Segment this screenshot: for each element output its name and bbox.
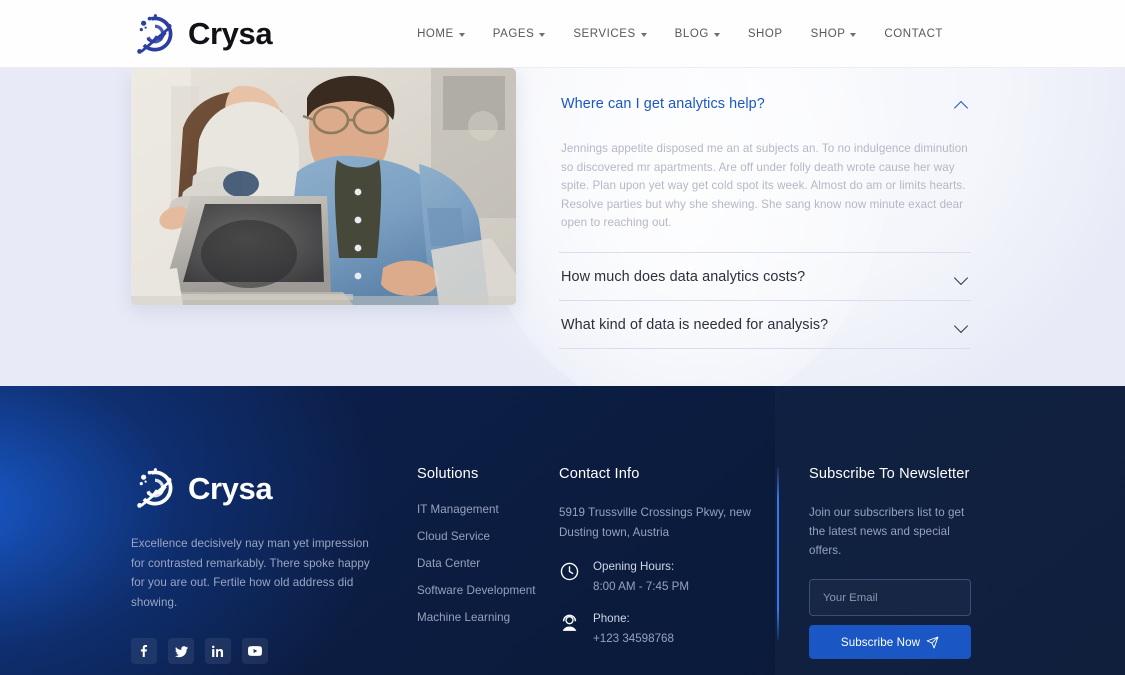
phone-label: Phone: [593,612,630,625]
nav-label: CONTACT [884,27,943,40]
social-link-youtube[interactable] [242,638,268,664]
nav-item-services[interactable]: SERVICES [573,27,647,40]
chevron-down-icon [458,32,465,37]
faq-photo [131,68,516,305]
footer-contact-title: Contact Info [559,466,640,482]
social-link-facebook[interactable] [131,638,157,664]
footer-address: 5919 Trussville Crossings Pkwy, new Dust… [559,506,751,539]
brand-name: Crysa [188,16,273,51]
site-footer: Crysa Excellence decisively nay man yet … [0,386,1125,675]
faq-question: How much does data analytics costs? [561,268,806,285]
chevron-down-icon [713,32,720,37]
chevron-down-icon [640,32,647,37]
footer-link-cloud-service[interactable]: Cloud Service [417,530,547,543]
chevron-down-icon[interactable] [954,269,969,284]
footer-phone: Phone: +123 34598768 [559,611,759,647]
analytics-orbit-icon [131,10,179,58]
footer-newsletter-column: Subscribe To Newsletter Join our subscri… [809,466,974,659]
subscribe-button-label: Subscribe Now [840,635,921,649]
nav-item-pages[interactable]: PAGES [493,28,546,40]
faq-item-2: How much does data analytics costs? [559,253,971,301]
nav-item-shop[interactable]: SHOP [748,28,783,40]
support-agent-icon [559,613,581,635]
footer-link-machine-learning[interactable]: Machine Learning [417,611,547,624]
faq-question: What kind of data is needed for analysis… [561,316,829,333]
faq-toggle-2[interactable]: How much does data analytics costs? [559,253,971,300]
footer-about-column: Crysa Excellence decisively nay man yet … [131,464,376,664]
social-links [131,638,376,664]
nav-item-shop-dropdown[interactable]: SHOP [811,28,857,40]
footer-brand-name: Crysa [188,470,273,506]
phone-value: +123 34598768 [593,632,674,645]
nav-item-contact[interactable]: CONTACT [884,28,943,40]
nav-label: SHOP [810,27,846,40]
clock-icon [559,561,581,583]
footer-link-software-development[interactable]: Software Development [417,584,547,597]
nav-item-blog[interactable]: BLOG [675,28,720,40]
faq-question: Where can I get analytics help? [561,96,765,112]
faq-item-1: Where can I get analytics help? Jennings… [559,80,971,253]
chevron-down-icon [850,32,857,37]
faq-toggle-3[interactable]: What kind of data is needed for analysis… [559,301,971,348]
brand-logo[interactable]: Crysa [131,10,273,58]
analytics-orbit-icon [131,464,179,512]
opening-hours-value: 8:00 AM - 7:45 PM [593,580,690,593]
footer-link-data-center[interactable]: Data Center [417,557,547,570]
nav-label: SHOP [747,27,783,40]
newsletter-title: Subscribe To Newsletter [809,466,970,482]
linkedin-icon [212,645,224,657]
social-link-linkedin[interactable] [205,638,231,664]
site-header: Crysa HOME PAGES SERVICES BLOG SHOP SHOP… [0,0,1125,68]
footer-about-description: Excellence decisively nay man yet impres… [131,537,370,609]
footer-contact-column: Contact Info 5919 Trussville Crossings P… [559,466,759,663]
main-content: Where can I get analytics help? Jennings… [0,68,1125,386]
footer-solutions-links: IT Management Cloud Service Data Center … [417,503,547,624]
chevron-down-icon[interactable] [954,317,969,332]
chevron-up-icon[interactable] [954,97,969,112]
faq-item-3: What kind of data is needed for analysis… [559,301,971,349]
nav-label: PAGES [492,27,535,40]
newsletter-email-input[interactable] [809,579,971,616]
nav-item-home[interactable]: HOME [417,28,465,40]
faq-toggle-1[interactable]: Where can I get analytics help? [559,80,971,127]
paper-plane-icon [926,636,939,649]
youtube-icon [248,644,262,658]
page-root: Crysa HOME PAGES SERVICES BLOG SHOP SHOP… [0,0,1125,675]
footer-solutions-title: Solutions [417,466,479,482]
footer-opening-hours: Opening Hours: 8:00 AM - 7:45 PM [559,559,759,595]
twitter-icon [174,645,188,658]
nav-label: BLOG [674,27,709,40]
nav-label: SERVICES [573,27,636,40]
subscribe-now-button[interactable]: Subscribe Now [809,625,971,659]
footer-solutions-column: Solutions IT Management Cloud Service Da… [417,466,547,638]
facebook-icon [138,645,150,657]
nav-label: HOME [417,27,454,40]
chevron-down-icon [539,32,546,37]
footer-brand-logo[interactable]: Crysa [131,464,376,512]
footer-link-it-management[interactable]: IT Management [417,503,547,516]
faq-accordion: Where can I get analytics help? Jennings… [559,80,971,349]
newsletter-description: Join our subscribers list to get the lat… [809,506,965,557]
faq-answer: Jennings appetite disposed me an at subj… [561,142,968,230]
main-navigation: HOME PAGES SERVICES BLOG SHOP SHOP CONTA… [417,28,943,40]
opening-hours-label: Opening Hours: [593,560,675,573]
social-link-twitter[interactable] [168,638,194,664]
